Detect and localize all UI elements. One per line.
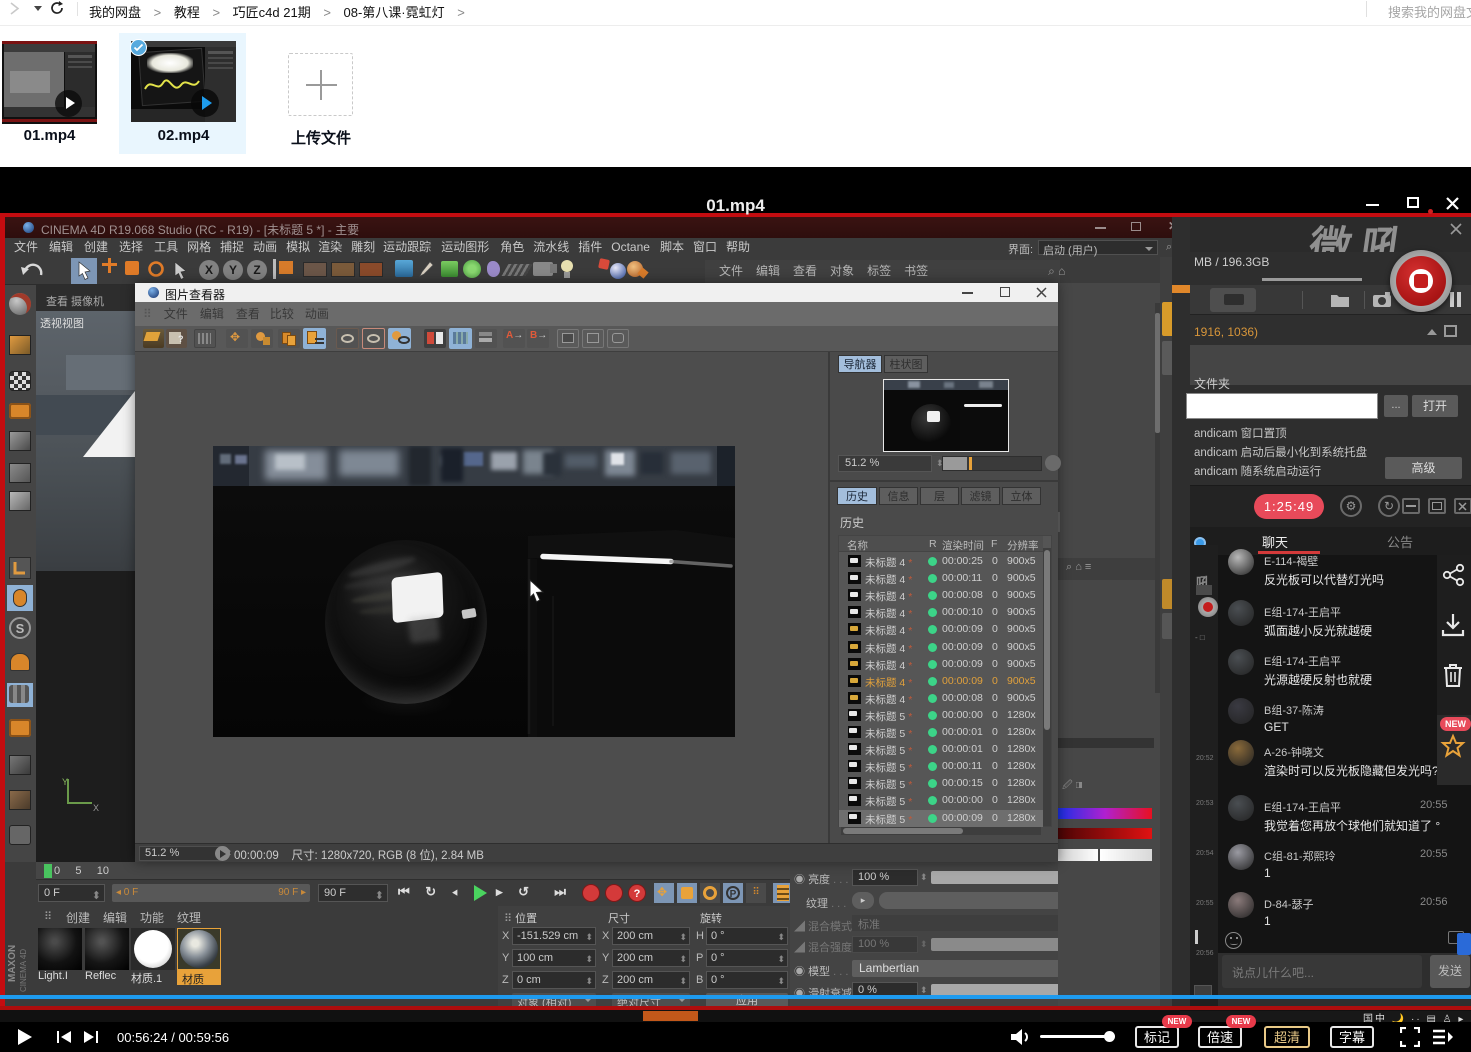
svg-text:X: X (93, 803, 99, 813)
svg-text:Y: Y (62, 777, 68, 787)
